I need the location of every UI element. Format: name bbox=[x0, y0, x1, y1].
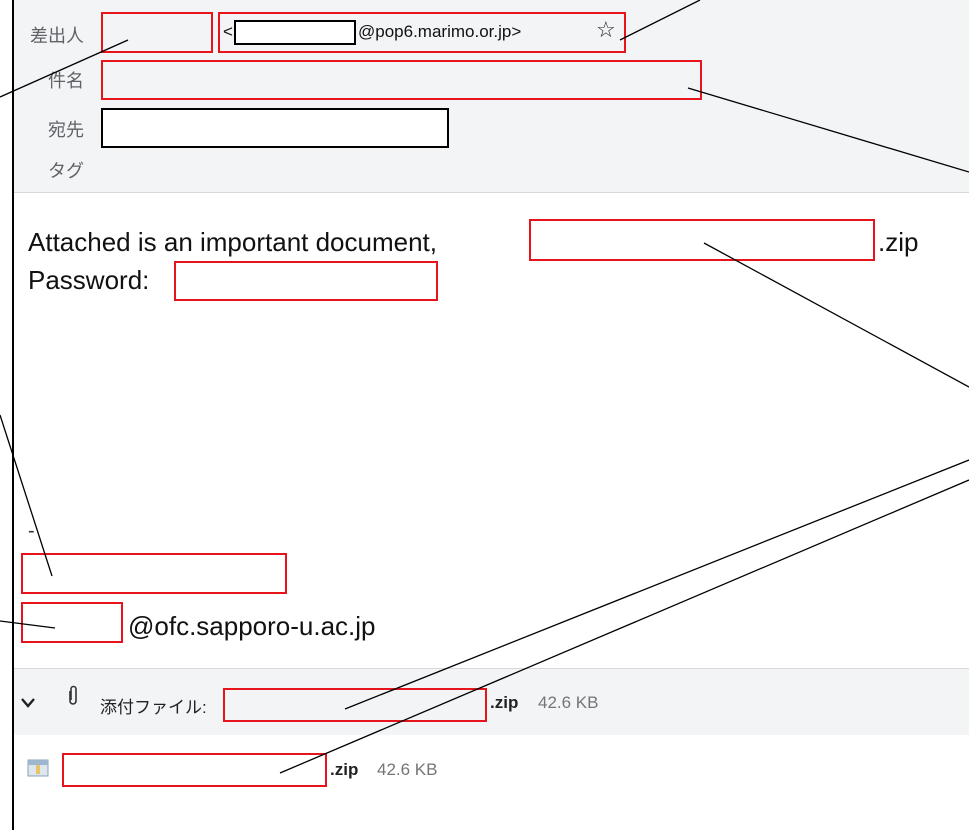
annotation-leader-lines bbox=[0, 0, 969, 774]
